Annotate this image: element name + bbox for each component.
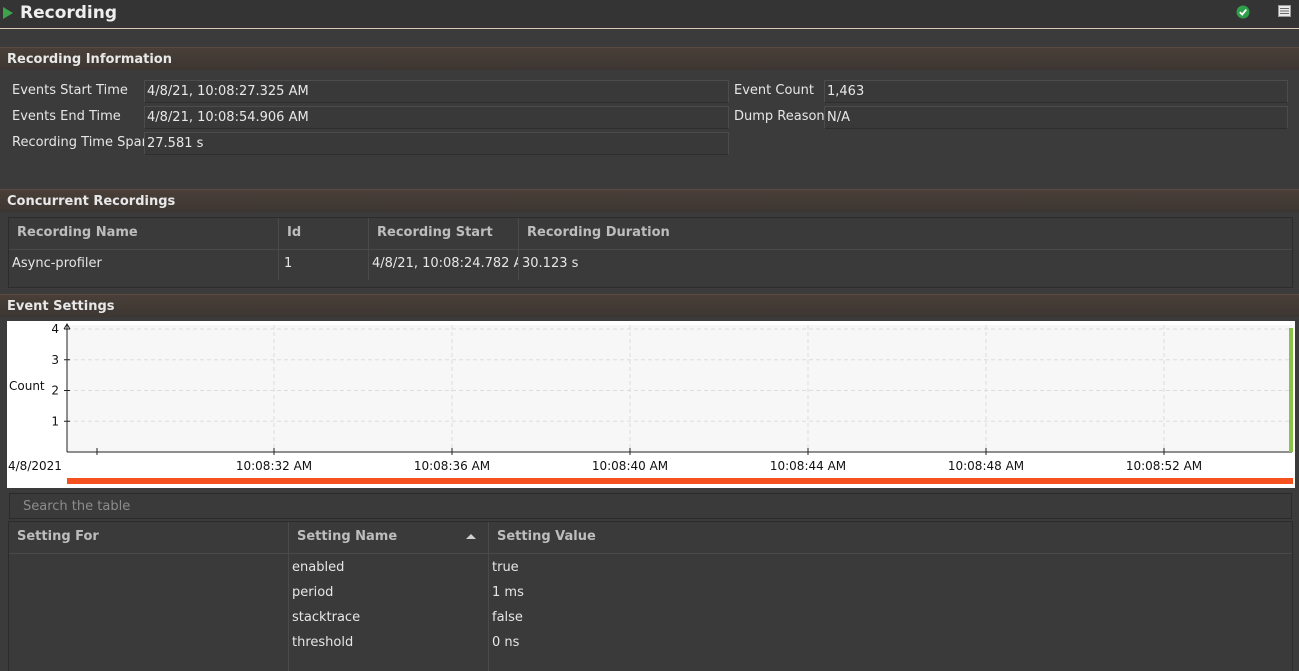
header-divider (9, 553, 1292, 554)
column-id[interactable]: Id (279, 218, 369, 249)
x-date-label: 4/8/2021 (8, 459, 62, 473)
dump-reason-field[interactable]: N/A (824, 106, 1288, 129)
play-icon (3, 7, 13, 19)
cell-setting-name: period (292, 585, 334, 600)
column-recording-start[interactable]: Recording Start (369, 218, 519, 249)
column-setting-for[interactable]: Setting For (9, 522, 289, 553)
table-row[interactable]: stacktrace false (9, 606, 1292, 631)
recording-information-header: Recording Information (0, 47, 1299, 70)
cell-recording-start: 4/8/21, 10:08:24.782 AM (372, 256, 518, 271)
x-tick-label: 10:08:52 AM (1126, 459, 1202, 473)
event-settings-header: Event Settings (0, 294, 1299, 317)
y-tick-label: 4 (51, 322, 59, 336)
cell-setting-name: stacktrace (292, 610, 361, 625)
selection-range-bar (67, 478, 1293, 484)
x-tick-label: 10:08:44 AM (770, 459, 846, 473)
x-tick-label: 10:08:48 AM (948, 459, 1024, 473)
cell-recording-duration: 30.123 s (522, 256, 579, 271)
column-recording-duration[interactable]: Recording Duration (519, 218, 1292, 249)
view-menu-icon[interactable] (1278, 5, 1291, 17)
table-row[interactable]: threshold 0 ns (9, 631, 1292, 656)
page-title: Recording (20, 3, 118, 23)
cell-setting-name: threshold (292, 635, 354, 650)
events-start-label: Events Start Time (12, 83, 128, 98)
event-timeline-chart[interactable]: 1 2 3 4 10:08:32 AM 10:08:36 AM 10:08:40 AM 10:… (7, 321, 1295, 488)
cell-setting-name: enabled (292, 560, 345, 575)
cell-setting-value: 1 ms (492, 585, 524, 600)
concurrent-recordings-table: Recording Name Id Recording Start Record… (8, 217, 1293, 288)
search-table-input[interactable]: Search the table (9, 493, 1292, 519)
column-divider (518, 250, 519, 280)
y-tick-label: 1 (51, 414, 59, 428)
column-setting-name[interactable]: Setting Name (289, 522, 489, 553)
column-divider (368, 250, 369, 280)
cell-recording-name: Async-profiler (12, 256, 102, 271)
event-settings-table: Setting For Setting Name Setting Value e… (8, 521, 1293, 671)
plot-area (67, 325, 1292, 452)
column-divider (278, 250, 279, 280)
x-tick-label: 10:08:32 AM (236, 459, 312, 473)
event-count-field[interactable]: 1,463 (824, 80, 1288, 103)
y-tick-label: 3 (51, 353, 59, 367)
column-setting-value[interactable]: Setting Value (489, 522, 1292, 553)
events-end-label: Events End Time (12, 109, 121, 124)
time-span-field[interactable]: 27.581 s (144, 132, 729, 155)
cell-setting-value: false (492, 610, 523, 625)
event-count-label: Event Count (734, 83, 814, 98)
editor-title-bar: Recording (0, 0, 1299, 29)
sort-ascending-icon (466, 534, 476, 539)
table-row[interactable]: enabled true (9, 556, 1292, 581)
cell-setting-value: 0 ns (492, 635, 520, 650)
chart-svg: 1 2 3 4 10:08:32 AM 10:08:36 AM 10:08:40 AM 10:… (8, 322, 1293, 484)
dump-reason-label: Dump Reason (734, 109, 825, 124)
x-tick-label: 10:08:40 AM (592, 459, 668, 473)
events-end-field[interactable]: 4/8/21, 10:08:54.906 AM (144, 106, 729, 129)
table-row[interactable]: period 1 ms (9, 581, 1292, 606)
concurrent-recordings-header: Concurrent Recordings (0, 189, 1299, 212)
table-row[interactable]: Async-profiler 1 4/8/21, 10:08:24.782 AM… (9, 250, 1292, 280)
y-tick-label: 2 (51, 384, 59, 398)
event-bar (1289, 328, 1293, 452)
events-start-field[interactable]: 4/8/21, 10:08:27.325 AM (144, 80, 729, 103)
column-setting-name-label: Setting Name (297, 529, 398, 544)
x-tick-label: 10:08:36 AM (414, 459, 490, 473)
cell-id: 1 (284, 256, 293, 271)
time-span-label: Recording Time Span (12, 135, 150, 150)
cell-setting-value: true (492, 560, 519, 575)
check-circle-icon[interactable] (1236, 5, 1250, 19)
column-recording-name[interactable]: Recording Name (9, 218, 279, 249)
y-axis-label: Count (9, 379, 45, 393)
